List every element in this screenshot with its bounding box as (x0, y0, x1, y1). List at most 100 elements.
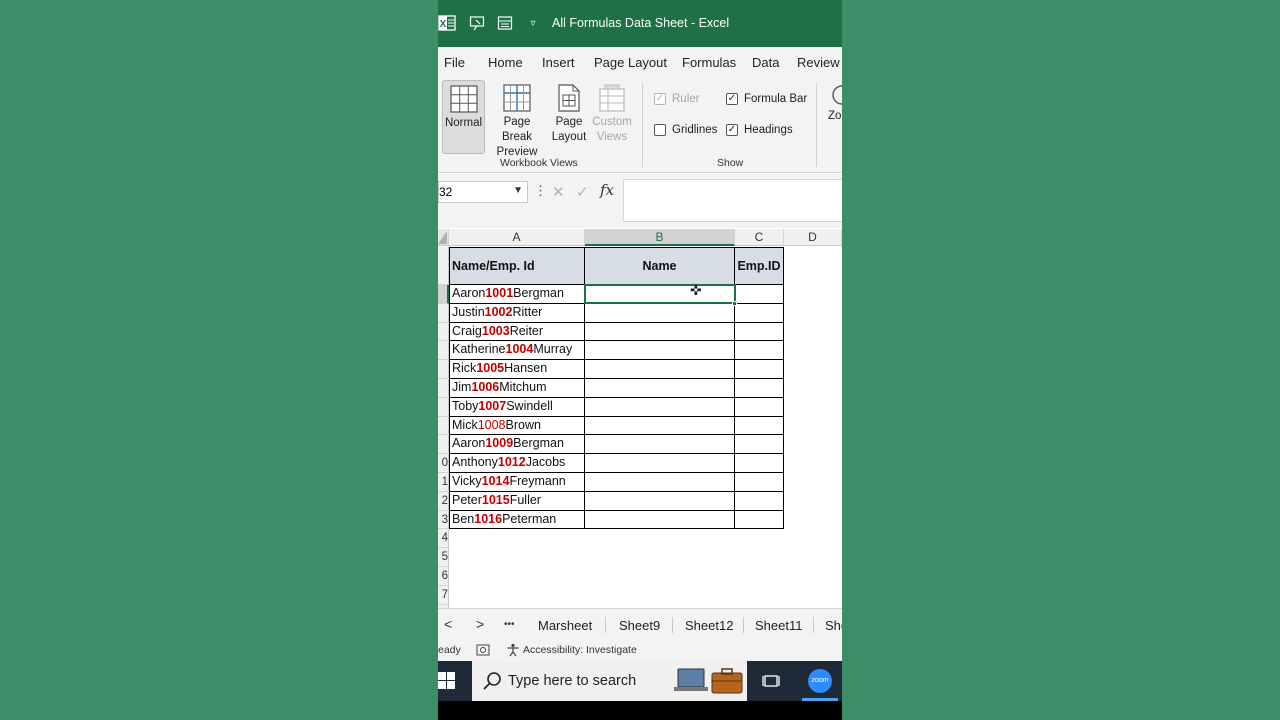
table-row[interactable]: Ben1016Peterman (449, 510, 585, 530)
emp-id-cell[interactable] (735, 397, 784, 417)
tab-formulas[interactable]: Formulas (682, 55, 736, 70)
sheet-tab-sheet12[interactable]: Sheet12 (685, 618, 733, 633)
formula-input[interactable] (623, 179, 842, 222)
name-cell[interactable] (585, 435, 735, 455)
insert-function-icon[interactable]: fx (600, 181, 614, 199)
enter-icon[interactable]: ✓ (576, 183, 589, 201)
emp-id-cell[interactable] (735, 473, 784, 492)
emp-id-cell[interactable] (735, 510, 784, 530)
row-header[interactable] (438, 247, 449, 285)
gridlines-checkbox[interactable]: Gridlines (654, 124, 717, 136)
tab-insert[interactable]: Insert (542, 55, 575, 70)
column-header-c[interactable]: C (735, 229, 784, 246)
name-cell[interactable] (585, 510, 735, 530)
table-row[interactable]: Jim1006Mitchum (449, 379, 585, 398)
emp-id-cell[interactable] (735, 322, 784, 342)
presentation-icon[interactable] (468, 14, 486, 32)
row-header[interactable] (438, 397, 449, 417)
row-header[interactable] (438, 360, 449, 379)
row-header[interactable]: 2 (438, 491, 449, 511)
emp-id-cell[interactable] (735, 454, 784, 473)
row-header[interactable] (438, 303, 449, 323)
sheet-tab-marsheet[interactable]: Marsheet (538, 618, 592, 633)
name-cell[interactable] (585, 379, 735, 398)
emp-id-cell[interactable] (735, 491, 784, 511)
row-header[interactable] (438, 341, 449, 361)
normal-view-button[interactable]: Normal (442, 80, 485, 154)
table-row[interactable]: Craig1003Reiter (449, 322, 585, 342)
table-row[interactable]: Vicky1014Freymann (449, 473, 585, 492)
row-header[interactable] (438, 435, 449, 455)
row-header[interactable]: 4 (438, 529, 449, 549)
table-row[interactable]: Toby1007Swindell (449, 397, 585, 417)
worksheet-grid[interactable]: A B C D 012345678 Name/Emp. IdNameEmp.ID… (438, 229, 842, 624)
row-header[interactable]: 1 (438, 473, 449, 492)
table-header-cell[interactable]: Name/Emp. Id (449, 247, 585, 285)
more-options-icon[interactable]: ⋮ (534, 183, 547, 199)
name-cell[interactable] (585, 454, 735, 473)
accessibility-status[interactable]: Accessibility: Investigate (523, 644, 637, 656)
taskbar-search-box[interactable]: Type here to search (472, 661, 747, 701)
emp-id-cell[interactable] (735, 341, 784, 361)
emp-id-cell[interactable] (735, 360, 784, 379)
table-header-cell[interactable]: Name (585, 247, 735, 285)
name-cell[interactable] (585, 397, 735, 417)
headings-checkbox[interactable]: ✓ Headings (726, 124, 793, 136)
name-cell[interactable] (585, 341, 735, 361)
prev-sheet-icon[interactable]: < (444, 616, 452, 632)
table-row[interactable]: Mick1008Brown (449, 416, 585, 436)
sheet-tab-partial[interactable]: She (825, 618, 842, 633)
macro-record-icon[interactable] (476, 643, 490, 660)
column-header-d[interactable]: D (784, 229, 842, 246)
row-header[interactable]: 6 (438, 567, 449, 586)
table-row[interactable]: Aaron1009Bergman (449, 435, 585, 455)
ruler-checkbox[interactable]: ✓ Ruler (654, 93, 699, 105)
chevron-down-icon[interactable]: ▼ (513, 185, 523, 196)
table-header-cell[interactable]: Emp.ID (735, 247, 784, 285)
windows-start-icon[interactable] (438, 672, 456, 695)
page-layout-view-button[interactable]: Page Layout (548, 80, 590, 145)
table-row[interactable]: Katherine1004Murray (449, 341, 585, 361)
table-row[interactable]: Aaron1001Bergman (449, 285, 585, 304)
row-header[interactable]: 3 (438, 510, 449, 530)
more-sheets-icon[interactable]: ••• (504, 619, 515, 630)
table-row[interactable]: Anthony1012Jacobs (449, 454, 585, 473)
row-header[interactable]: 7 (438, 585, 449, 605)
zoom-button[interactable]: Zo (828, 80, 842, 124)
next-sheet-icon[interactable]: > (476, 616, 484, 632)
row-header[interactable] (438, 322, 449, 342)
tab-file[interactable]: File (444, 55, 465, 70)
name-cell[interactable] (585, 473, 735, 492)
emp-id-cell[interactable] (735, 379, 784, 398)
custom-views-button[interactable]: Custom Views (590, 80, 634, 145)
row-header[interactable] (438, 379, 449, 398)
cancel-icon[interactable]: ✕ (552, 183, 565, 201)
table-row[interactable]: Peter1015Fuller (449, 491, 585, 511)
row-header[interactable] (438, 416, 449, 436)
task-view-icon[interactable] (762, 672, 780, 695)
emp-id-cell[interactable] (735, 285, 784, 304)
customize-quick-access-icon[interactable]: ▿ (524, 14, 542, 32)
emp-id-cell[interactable] (735, 416, 784, 436)
zoom-app-icon[interactable]: zoom (808, 669, 832, 693)
page-break-preview-button[interactable]: Page Break Preview (488, 80, 546, 160)
active-cell-b2[interactable] (584, 284, 736, 304)
row-header[interactable]: 0 (438, 454, 449, 473)
name-cell[interactable] (585, 491, 735, 511)
fill-handle[interactable] (732, 301, 737, 306)
column-header-b[interactable]: B (585, 229, 735, 246)
tab-review[interactable]: Review (797, 55, 840, 70)
name-cell[interactable] (585, 303, 735, 323)
sheet-tab-sheet11[interactable]: Sheet11 (755, 618, 802, 633)
table-row[interactable]: Justin1002Ritter (449, 303, 585, 323)
name-cell[interactable] (585, 322, 735, 342)
name-box[interactable]: 32 ▼ (438, 181, 528, 203)
tab-page-layout[interactable]: Page Layout (594, 55, 667, 70)
sheet-tab-sheet9[interactable]: Sheet9 (619, 618, 660, 633)
emp-id-cell[interactable] (735, 435, 784, 455)
formula-bar-checkbox[interactable]: ✓ Formula Bar (726, 93, 807, 105)
name-cell[interactable] (585, 360, 735, 379)
column-header-a[interactable]: A (449, 229, 585, 246)
name-cell[interactable] (585, 416, 735, 436)
tab-data[interactable]: Data (752, 55, 779, 70)
